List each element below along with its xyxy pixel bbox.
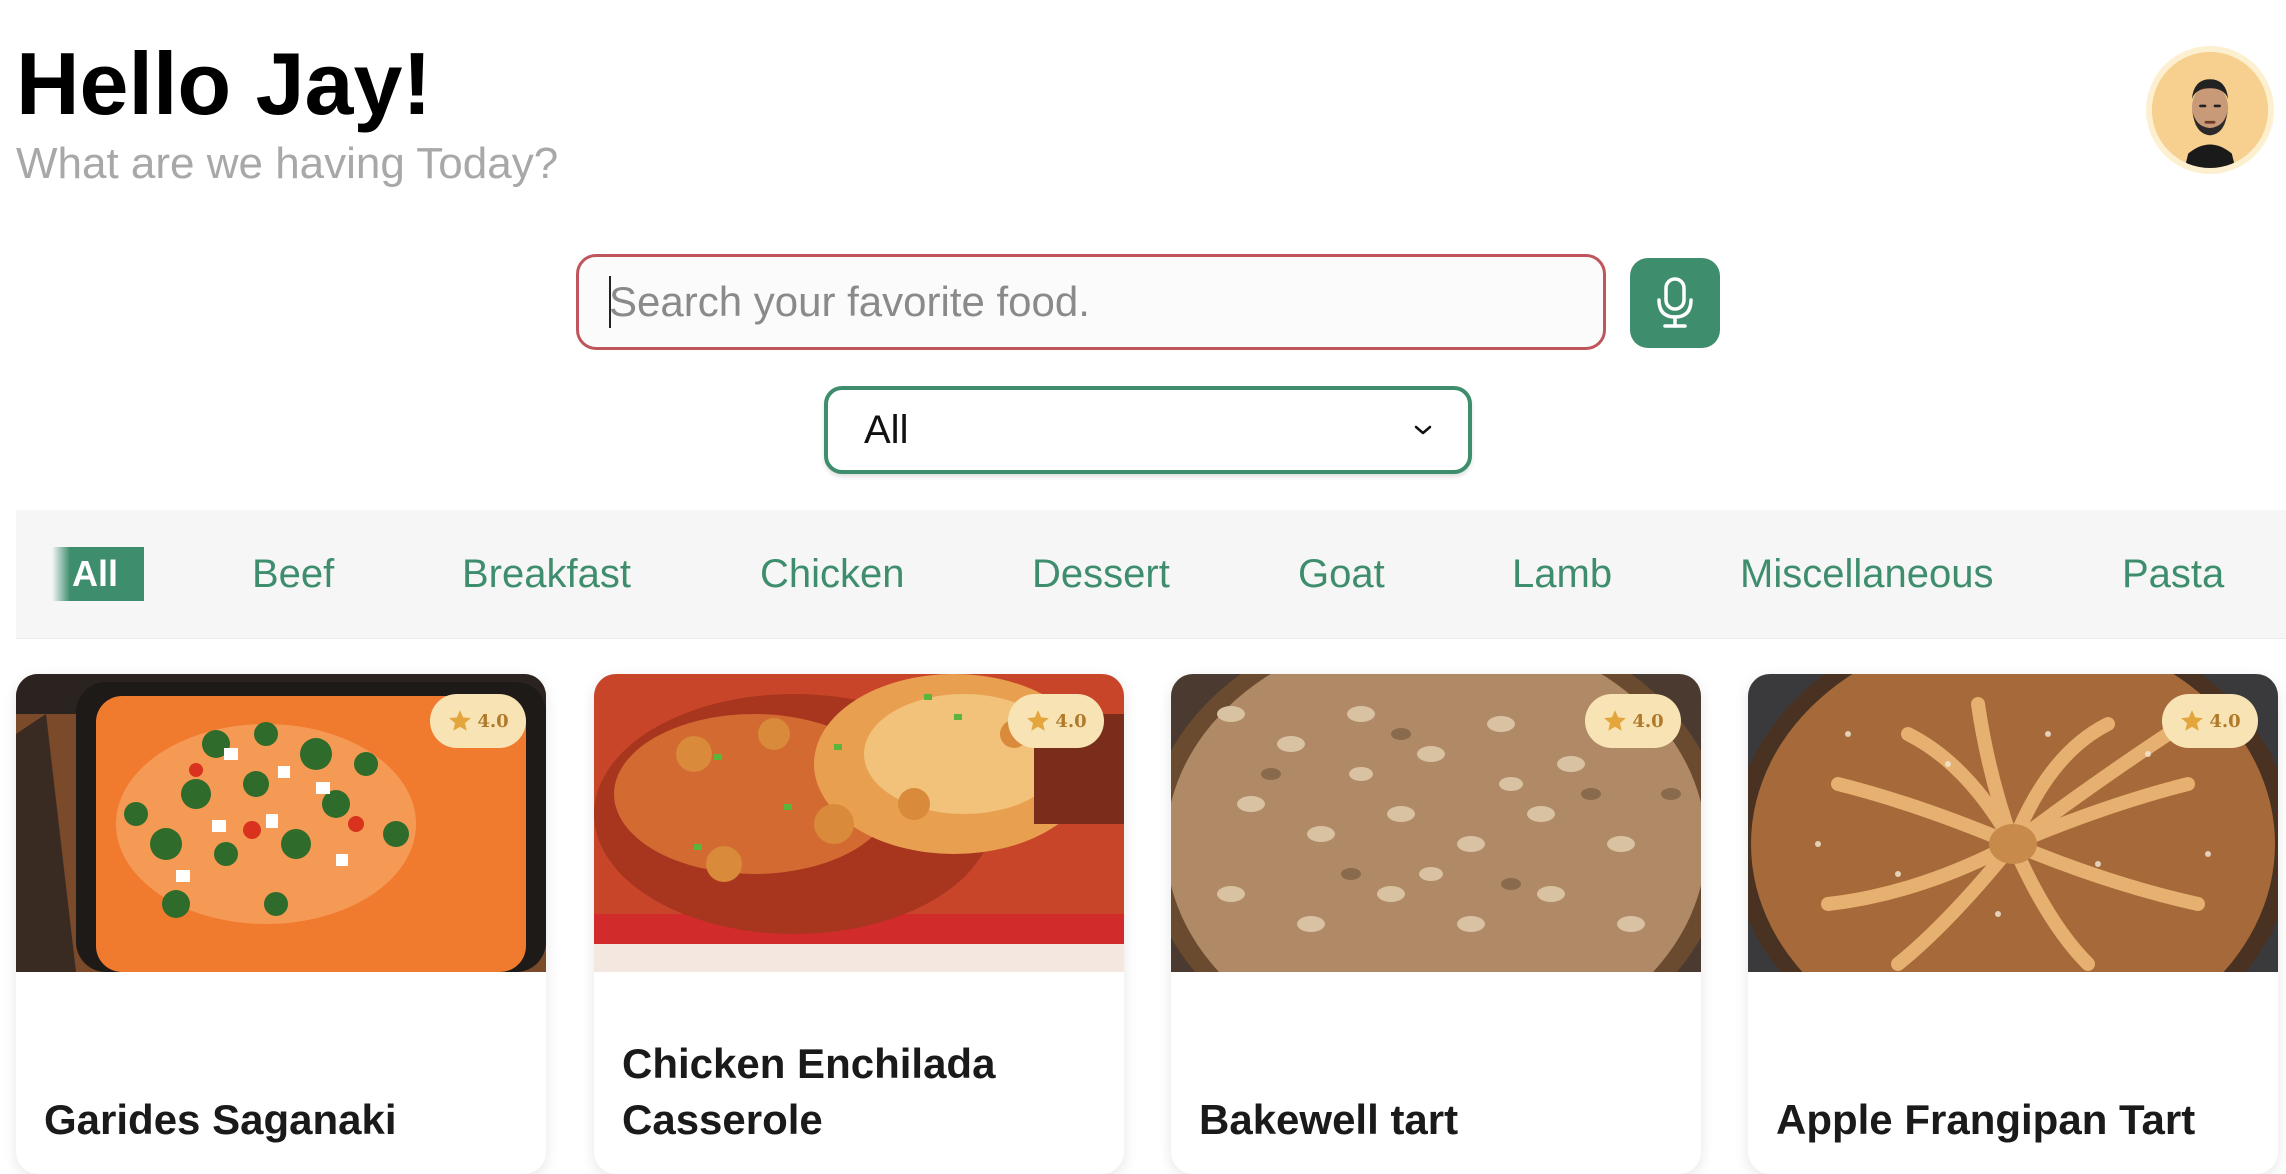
rating-value: 4.0: [1632, 710, 1664, 732]
avatar-face-icon: [2152, 52, 2268, 168]
tab-chicken[interactable]: Chicken: [760, 510, 905, 638]
recipe-title: Bakewell tart: [1199, 1096, 1459, 1143]
tab-lamb[interactable]: Lamb: [1512, 510, 1612, 638]
recipe-card[interactable]: 4.0 Apple Frangipan Tart: [1748, 674, 2278, 1174]
rating-badge: 4.0: [1008, 694, 1104, 748]
tab-goat[interactable]: Goat: [1298, 510, 1385, 638]
tab-pasta[interactable]: Pasta: [2122, 510, 2224, 638]
recipe-title: Apple Frangipan Tart: [1776, 1096, 2196, 1143]
rating-badge: 4.0: [430, 694, 526, 748]
star-icon: [449, 710, 472, 731]
tab-breakfast[interactable]: Breakfast: [462, 510, 631, 638]
star-icon: [2181, 710, 2204, 731]
category-select-value: All: [864, 407, 909, 452]
tab-beef[interactable]: Beef: [252, 510, 334, 638]
star-icon: [1027, 710, 1050, 731]
recipe-card[interactable]: 4.0 Chicken Enchilada Casserole: [594, 674, 1124, 1174]
microphone-icon: [1657, 277, 1693, 328]
category-tabs: All Beef Breakfast Chicken Dessert Goat …: [16, 510, 2286, 639]
tab-all[interactable]: All: [52, 547, 145, 601]
voice-search-button[interactable]: [1630, 258, 1720, 348]
text-caret: [609, 276, 611, 328]
rating-badge: 4.0: [1585, 694, 1681, 748]
greeting-heading: Hello Jay!: [16, 34, 432, 133]
chevron-down-icon: [1414, 425, 1432, 435]
search-input[interactable]: [576, 254, 1606, 350]
category-select[interactable]: All: [824, 386, 1472, 474]
recipe-card[interactable]: 4.0 Garides Saganaki: [16, 674, 546, 1174]
tab-miscellaneous[interactable]: Miscellaneous: [1740, 510, 1993, 638]
rating-value: 4.0: [477, 710, 509, 732]
rating-value: 4.0: [2209, 710, 2241, 732]
recipe-title: Garides Saganaki: [44, 1096, 397, 1143]
recipe-title: Chicken Enchilada Casserole: [622, 1040, 996, 1143]
user-avatar-icon[interactable]: [2146, 46, 2274, 174]
recipe-card[interactable]: 4.0 Bakewell tart: [1171, 674, 1701, 1174]
star-icon: [1604, 710, 1627, 731]
rating-badge: 4.0: [2162, 694, 2258, 748]
tab-dessert[interactable]: Dessert: [1032, 510, 1170, 638]
rating-value: 4.0: [1055, 710, 1087, 732]
greeting-subtitle: What are we having Today?: [16, 139, 559, 188]
